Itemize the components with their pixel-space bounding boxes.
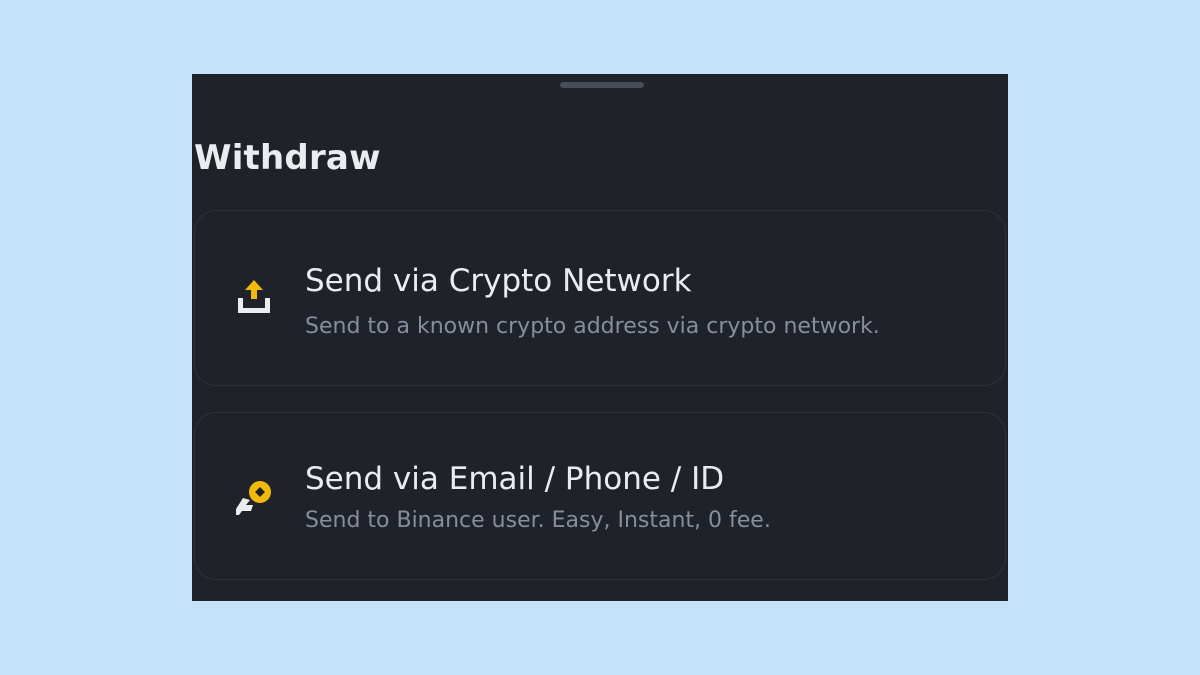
option-subtitle: Send to Binance user. Easy, Instant, 0 f… <box>305 508 771 533</box>
option-title: Send via Email / Phone / ID <box>305 461 725 497</box>
send-via-email-phone-id-option[interactable]: Send via Email / Phone / ID Send to Bina… <box>194 412 1006 580</box>
option-subtitle: Send to a known crypto address via crypt… <box>305 314 880 339</box>
sheet-title: Withdraw <box>194 138 381 178</box>
drag-handle[interactable] <box>560 82 644 88</box>
upload-tray-icon <box>238 280 270 313</box>
option-title: Send via Crypto Network <box>305 263 692 299</box>
send-coin-icon <box>236 481 271 515</box>
send-via-crypto-network-option[interactable]: Send via Crypto Network Send to a known … <box>194 210 1006 386</box>
withdraw-bottom-sheet: Withdraw Send via Crypto Network Send to… <box>192 74 1008 601</box>
